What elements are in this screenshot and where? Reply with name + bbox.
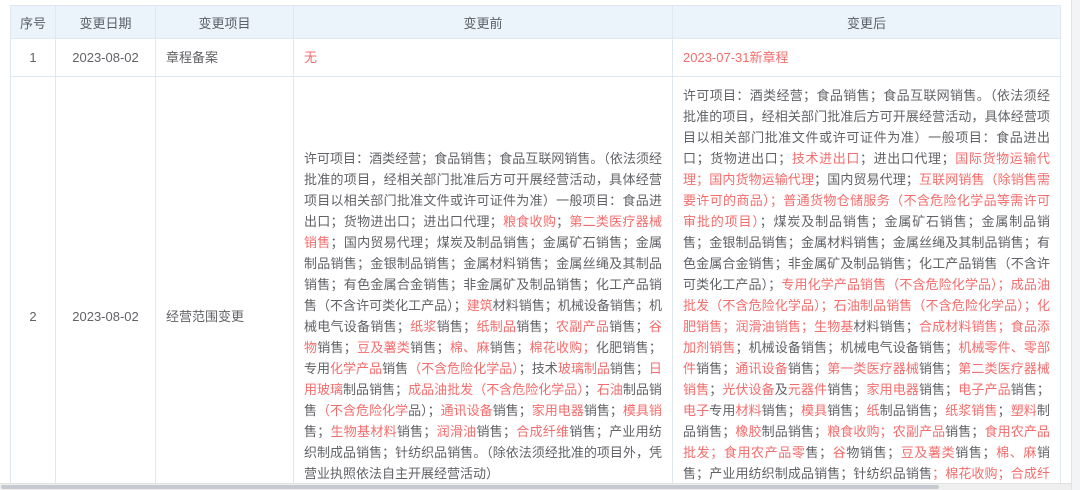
cell-change-date: 2023-08-02 — [56, 39, 156, 77]
cell-seq: 2 — [11, 77, 56, 484]
cell-before-change: 许可项目：酒类经营；食品销售；食品互联网销售。（依法须经批准的项目，经相关部门批… — [294, 77, 673, 484]
cell-change-date: 2023-08-02 — [56, 77, 156, 484]
cell-after-change: 2023-07-31新章程 — [673, 39, 1061, 77]
horizontal-scrollbar-thumb[interactable] — [1, 485, 939, 489]
change-records-table-grid: 序号 变更日期 变更项目 变更前 变更后 1 2023-08-02 章程备案 无… — [10, 5, 1061, 483]
column-header-before-change: 变更前 — [294, 6, 673, 39]
table-row: 2 2023-08-02 经营范围变更 许可项目：酒类经营；食品销售；食品互联网… — [11, 77, 1061, 484]
column-header-after-change: 变更后 — [673, 6, 1061, 39]
horizontal-scrollbar[interactable] — [0, 483, 1071, 490]
page-background-strip — [1071, 0, 1080, 490]
cell-change-item: 章程备案 — [156, 39, 294, 77]
cell-after-change: 许可项目：酒类经营；食品销售；食品互联网销售。（依法须经批准的项目，经相关部门批… — [673, 77, 1061, 484]
cell-before-change: 无 — [294, 39, 673, 77]
change-records-table: 序号 变更日期 变更项目 变更前 变更后 1 2023-08-02 章程备案 无… — [10, 5, 1061, 483]
column-header-change-date: 变更日期 — [56, 6, 156, 39]
cell-seq: 1 — [11, 39, 56, 77]
table-row: 1 2023-08-02 章程备案 无 2023-07-31新章程 — [11, 39, 1061, 77]
table-header-row: 序号 变更日期 变更项目 变更前 变更后 — [11, 6, 1061, 39]
cell-change-item: 经营范围变更 — [156, 77, 294, 484]
column-header-change-item: 变更项目 — [156, 6, 294, 39]
column-header-seq: 序号 — [11, 6, 56, 39]
